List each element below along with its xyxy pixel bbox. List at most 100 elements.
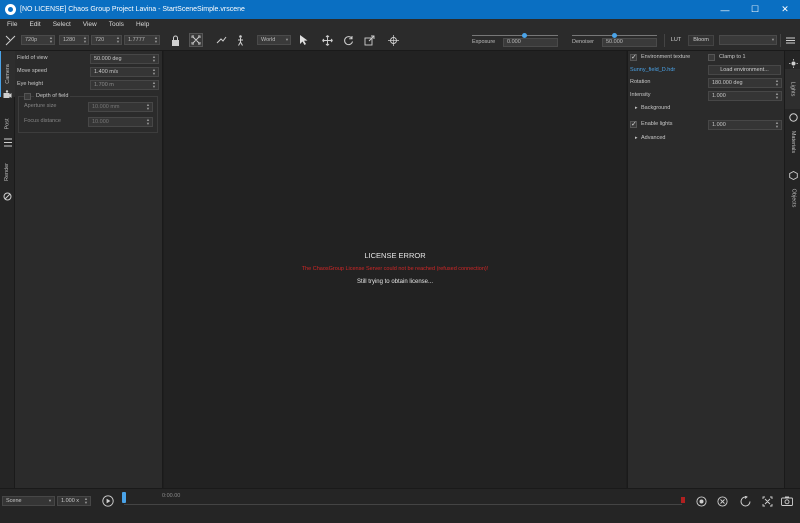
environment-texture-checkbox[interactable] xyxy=(630,53,637,61)
denoiser-field[interactable]: 50.000 xyxy=(602,38,657,47)
post-tab-icon xyxy=(0,137,15,147)
lut-button[interactable]: LUT xyxy=(667,35,685,46)
exposure-label: Exposure xyxy=(472,39,496,45)
right-tab-strip: Lights Materials Objects xyxy=(784,51,800,488)
lights-panel: Environment texture Clamp to 1 Sunny_fie… xyxy=(627,51,784,488)
eye-height-field[interactable]: 1.700 m ▲ ▼ xyxy=(90,80,159,90)
pivot-icon[interactable] xyxy=(386,33,400,47)
background-section[interactable]: Background xyxy=(641,105,670,111)
menu-help[interactable]: Help xyxy=(130,21,155,28)
postprocess-select[interactable]: ▼ xyxy=(719,35,777,45)
clear-icon[interactable] xyxy=(715,494,729,508)
coordinate-space-select[interactable]: World ▼ xyxy=(257,35,291,45)
exposure-slider[interactable] xyxy=(472,35,558,36)
menu-file[interactable]: File xyxy=(0,21,23,28)
left-tab-strip: Camera Post Render xyxy=(0,51,15,488)
enable-lights-field[interactable]: 1.000 ▲ ▼ xyxy=(708,120,782,130)
aspect-field[interactable]: 1.7777 ▲ ▼ xyxy=(124,35,160,45)
tab-lights[interactable]: Lights xyxy=(785,69,800,109)
environment-texture-label: Environment texture xyxy=(641,54,691,60)
fullscreen-icon[interactable] xyxy=(189,33,203,47)
bloom-button[interactable]: Bloom xyxy=(688,35,714,46)
clamp-checkbox[interactable] xyxy=(708,54,715,61)
maximize-button[interactable]: ☐ xyxy=(740,0,770,19)
tab-post[interactable]: Post xyxy=(0,109,15,139)
reset-view-icon[interactable] xyxy=(739,494,753,508)
height-field[interactable]: 720 ▲ ▼ xyxy=(91,35,122,45)
exposure-field[interactable]: 0.000 xyxy=(503,38,558,47)
camera-tools-icon[interactable] xyxy=(3,33,17,47)
intensity-row: Intensity 1.000 ▲ ▼ xyxy=(630,91,783,101)
render-tab-icon xyxy=(0,191,15,201)
lights-tab-icon xyxy=(785,57,800,69)
timeline-end-marker[interactable] xyxy=(681,497,685,503)
field-of-view-field[interactable]: 50.000 deg ▲ ▼ xyxy=(90,54,159,64)
intensity-label: Intensity xyxy=(630,92,651,98)
intensity-field[interactable]: 1.000 ▲ ▼ xyxy=(708,91,782,101)
rotate-icon[interactable] xyxy=(341,33,355,47)
toolbar-separator xyxy=(664,34,665,47)
camera-panel: Field of view 50.000 deg ▲ ▼ Move speed 1.… xyxy=(15,51,163,488)
walk-mode-icon[interactable] xyxy=(233,33,247,47)
depth-of-field-checkbox[interactable] xyxy=(24,93,31,100)
playback-speed-field[interactable]: 1.000 x ▲ ▼ xyxy=(57,496,91,506)
toolbar-menu-icon[interactable] xyxy=(783,33,797,47)
background-expand-arrow-icon[interactable]: ▸ xyxy=(635,105,638,111)
move-speed-row: Move speed 1.400 m/s ▲ ▼ xyxy=(17,67,160,77)
width-field[interactable]: 1280 ▲ ▼ xyxy=(59,35,89,45)
tab-materials[interactable]: Materials xyxy=(785,123,800,161)
toolbar: 720p ▲ ▼ 1280 ▲ ▼ 720 ▲ ▼ 1.7777 ▲ ▼ World ▼ Expo… xyxy=(0,30,800,51)
fly-mode-icon[interactable] xyxy=(214,33,228,47)
focus-distance-label: Focus distance xyxy=(24,118,61,124)
scene-select[interactable]: Scene ▼ xyxy=(2,496,55,506)
menu-view[interactable]: View xyxy=(77,21,103,28)
eye-height-row: Eye height 1.700 m ▲ ▼ xyxy=(17,80,160,90)
timeline-track[interactable] xyxy=(124,494,682,505)
focus-distance-row: Focus distance 10.000 ▲ ▼ xyxy=(24,117,155,127)
aperture-field[interactable]: 10.000 mm ▲ ▼ xyxy=(88,102,153,112)
load-environment-button[interactable]: Load environment... xyxy=(708,65,781,75)
screenshot-icon[interactable] xyxy=(780,494,794,508)
app-logo-icon xyxy=(5,4,16,15)
enable-lights-row: 1.000 ▲ ▼ xyxy=(630,120,783,130)
clamp-label: Clamp to 1 xyxy=(719,54,746,60)
close-button[interactable]: ✕ xyxy=(770,0,800,19)
rotation-row: Rotation 180.000 deg ▲ ▼ xyxy=(630,78,783,88)
record-icon[interactable] xyxy=(694,494,708,508)
rotation-field[interactable]: 180.000 deg ▲ ▼ xyxy=(708,78,782,88)
timeline-playhead[interactable] xyxy=(122,492,126,503)
advanced-section[interactable]: Advanced xyxy=(641,135,665,141)
resolution-preset-select[interactable]: 720p ▲ ▼ xyxy=(21,35,55,45)
timeline-bar: Scene ▼ 1.000 x ▲ ▼ 0:00.00 xyxy=(0,488,800,523)
render-viewport[interactable]: LICENSE ERROR The ChaosGroup License Ser… xyxy=(164,51,626,488)
scale-icon[interactable] xyxy=(362,33,376,47)
environment-file-link[interactable]: Sunny_field_D.hdr xyxy=(630,67,675,73)
menu-select[interactable]: Select xyxy=(47,21,77,28)
fit-view-icon[interactable] xyxy=(760,494,774,508)
aperture-row: Aperture size 10.000 mm ▲ ▼ xyxy=(24,102,155,112)
advanced-expand-arrow-icon[interactable]: ▸ xyxy=(635,135,638,141)
field-of-view-label: Field of view xyxy=(17,55,48,61)
objects-tab-icon xyxy=(785,169,800,181)
title-bar: [NO LICENSE] Chaos Group Project Lavina … xyxy=(0,0,800,19)
timeline-time: 0:00.00 xyxy=(162,493,181,499)
menu-edit[interactable]: Edit xyxy=(23,21,46,28)
move-speed-label: Move speed xyxy=(17,68,47,74)
move-icon[interactable] xyxy=(320,33,334,47)
license-error-message: The ChaosGroup License Server could not … xyxy=(301,266,489,272)
denoiser-label: Denoiser xyxy=(572,39,595,45)
menu-tools[interactable]: Tools xyxy=(103,21,130,28)
focus-distance-field[interactable]: 10.000 ▲ ▼ xyxy=(88,117,153,127)
move-speed-field[interactable]: 1.400 m/s ▲ ▼ xyxy=(90,67,159,77)
play-icon[interactable] xyxy=(101,494,115,508)
select-arrow-icon[interactable] xyxy=(297,33,311,47)
eye-height-label: Eye height xyxy=(17,81,43,87)
license-error-title: LICENSE ERROR xyxy=(364,251,426,260)
tab-render[interactable]: Render xyxy=(0,156,15,188)
tab-objects[interactable]: Objects xyxy=(785,181,800,215)
toolbar-separator xyxy=(780,34,781,47)
minimize-button[interactable]: — xyxy=(710,0,740,19)
menu-bar: File Edit Select View Tools Help xyxy=(0,19,800,30)
lock-icon[interactable] xyxy=(168,33,182,47)
rotation-label: Rotation xyxy=(630,79,651,85)
